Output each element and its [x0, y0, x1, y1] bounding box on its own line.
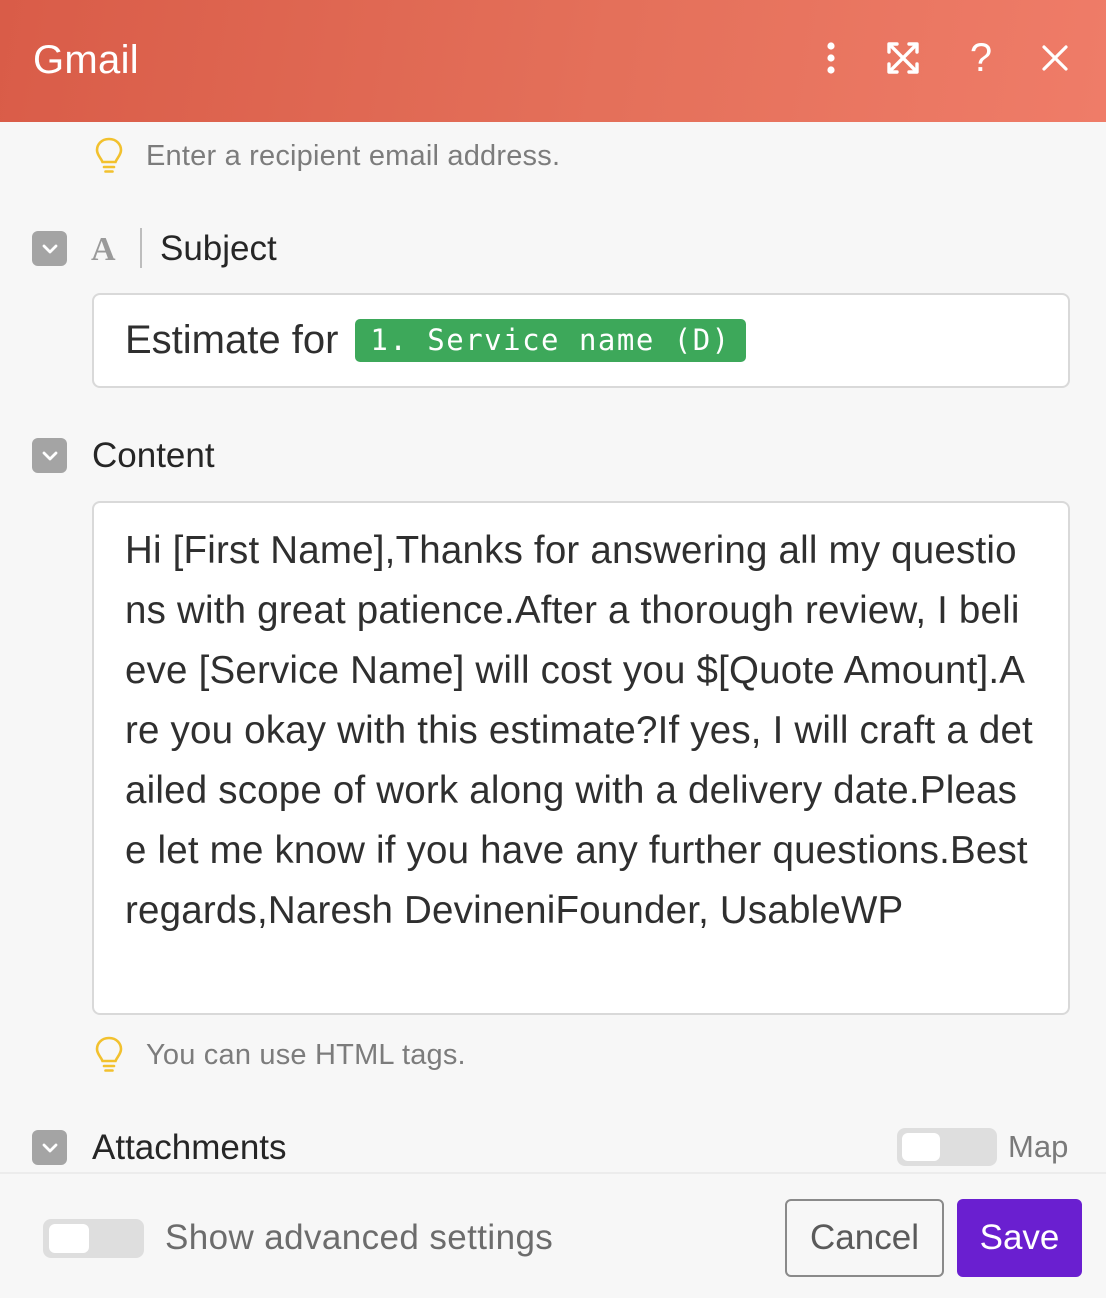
close-icon[interactable]: [1031, 34, 1079, 82]
mapped-variable-pill[interactable]: 1. Service name (D): [355, 319, 746, 362]
subject-input[interactable]: Estimate for 1. Service name (D): [92, 293, 1070, 388]
dialog-header: Gmail ?: [0, 0, 1106, 122]
toggle-knob: [902, 1133, 940, 1161]
content-hint: You can use HTML tags.: [94, 1035, 466, 1075]
more-vertical-icon[interactable]: [807, 34, 855, 82]
attachments-collapse-toggle[interactable]: [32, 1130, 67, 1165]
recipient-hint: Enter a recipient email address.: [94, 136, 560, 176]
map-toggle[interactable]: [897, 1128, 997, 1166]
subject-prefix-text: Estimate for: [125, 318, 339, 362]
lightbulb-icon: [95, 1036, 123, 1072]
lightbulb-icon: [95, 137, 123, 173]
chevron-down-icon: [42, 1143, 57, 1152]
subject-collapse-toggle[interactable]: [32, 231, 67, 266]
cancel-button[interactable]: Cancel: [785, 1199, 944, 1277]
dialog-title: Gmail: [33, 38, 139, 82]
help-icon[interactable]: ?: [957, 34, 1005, 82]
save-button[interactable]: Save: [957, 1199, 1082, 1277]
advanced-settings-label: Show advanced settings: [165, 1218, 554, 1257]
content-text: Hi [First Name],Thanks for answering all…: [125, 529, 1033, 932]
advanced-settings-toggle[interactable]: [43, 1219, 144, 1258]
toggle-knob: [49, 1224, 89, 1253]
recipient-hint-text: Enter a recipient email address.: [146, 139, 561, 172]
divider: [140, 228, 142, 268]
content-textarea[interactable]: Hi [First Name],Thanks for answering all…: [92, 501, 1070, 1015]
chevron-down-icon: [42, 451, 57, 460]
chevron-down-icon: [42, 244, 57, 253]
attachments-label: Attachments: [92, 1128, 287, 1167]
content-collapse-toggle[interactable]: [32, 438, 67, 473]
map-label: Map: [1008, 1129, 1069, 1164]
content-hint-text: You can use HTML tags.: [146, 1038, 466, 1071]
expand-icon[interactable]: [879, 34, 927, 82]
subject-label: Subject: [160, 229, 277, 268]
text-type-icon: A: [91, 231, 116, 268]
content-label: Content: [92, 436, 215, 475]
